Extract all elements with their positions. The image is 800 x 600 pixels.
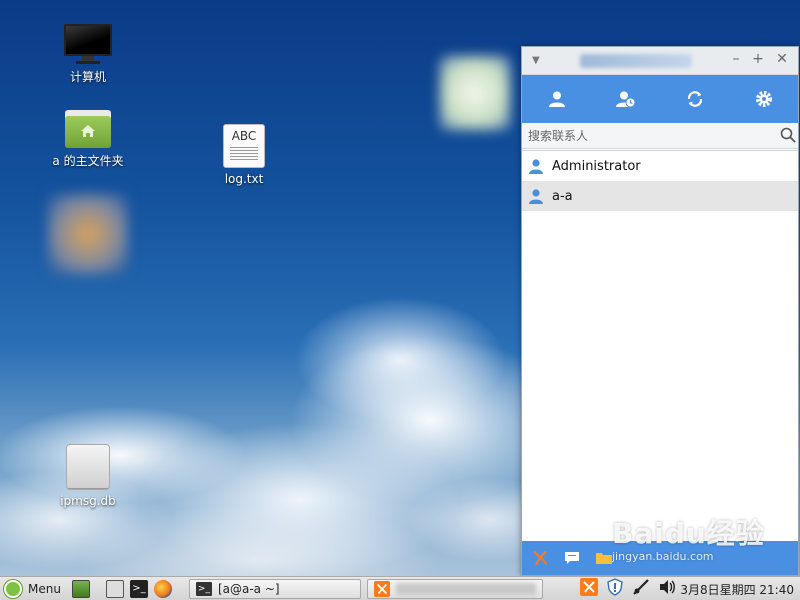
messenger-toolbar bbox=[522, 75, 798, 123]
search-bar bbox=[522, 123, 798, 149]
desktop-icon-home-folder[interactable]: a 的主文件夹 bbox=[38, 110, 138, 169]
window-titlebar[interactable]: ▼ – + ✕ bbox=[522, 47, 798, 75]
home-folder-icon bbox=[65, 110, 111, 148]
file-manager-icon[interactable] bbox=[105, 579, 124, 598]
desktop-icon-ipmsg-db[interactable]: ipmsg.db bbox=[38, 444, 138, 508]
show-desktop-icon[interactable] bbox=[71, 579, 90, 598]
text-file-icon: ABC bbox=[223, 124, 265, 168]
contact-row-a-a[interactable]: a-a bbox=[522, 181, 798, 211]
clock[interactable]: 3月8日星期四 21:40 bbox=[680, 581, 794, 598]
mint-logo-icon bbox=[4, 579, 22, 598]
watermark-subtext: jingyan.baidu.com bbox=[612, 550, 714, 563]
terminal-icon: >_ bbox=[195, 581, 212, 596]
desktop-icon-label: a 的主文件夹 bbox=[52, 154, 124, 168]
window-title-blurred bbox=[580, 54, 692, 68]
user-icon bbox=[529, 159, 543, 174]
desktop-icon-computer[interactable]: 计算机 bbox=[38, 24, 138, 85]
search-input[interactable] bbox=[522, 123, 780, 148]
maximize-button[interactable]: + bbox=[749, 51, 767, 67]
terminal-icon[interactable]: >_ bbox=[129, 579, 148, 598]
computer-icon bbox=[64, 24, 112, 64]
contact-name: Administrator bbox=[552, 158, 641, 174]
volume-icon[interactable] bbox=[658, 578, 676, 596]
recent-contacts-icon[interactable] bbox=[611, 84, 641, 114]
minimize-button[interactable]: – bbox=[727, 51, 745, 67]
contact-list: Administrator a-a bbox=[522, 150, 798, 540]
desktop-icon-label: ipmsg.db bbox=[60, 494, 116, 508]
contacts-icon[interactable] bbox=[542, 84, 572, 114]
watermark-text: Baidu经验 bbox=[612, 517, 765, 550]
desktop-icon-label: log.txt bbox=[224, 172, 264, 186]
file-glyph: ABC bbox=[231, 129, 257, 143]
tools-icon[interactable] bbox=[530, 548, 550, 568]
messenger-app-icon bbox=[373, 580, 390, 597]
contact-row-administrator[interactable]: Administrator bbox=[522, 151, 798, 181]
search-icon[interactable] bbox=[780, 127, 796, 147]
blurred-region bbox=[48, 194, 128, 274]
task-label: [a@a-a ~] bbox=[217, 581, 280, 596]
settings-icon[interactable] bbox=[749, 84, 779, 114]
refresh-icon[interactable] bbox=[680, 84, 710, 114]
close-button[interactable]: ✕ bbox=[773, 51, 791, 67]
system-tray bbox=[580, 578, 676, 596]
baidu-watermark: Baidu经验 jingyan.baidu.com bbox=[612, 512, 765, 563]
network-icon[interactable] bbox=[632, 578, 650, 596]
taskbar: Menu >_ >_ [a@a-a ~] 3月8日星期四 21:40 bbox=[0, 576, 800, 600]
messenger-window: ▼ – + ✕ Administrator a-a bbox=[521, 46, 799, 576]
task-label-blurred bbox=[395, 582, 536, 595]
window-menu-icon[interactable]: ▼ bbox=[532, 55, 540, 66]
blurred-region bbox=[440, 56, 510, 130]
ipmsg-tray-icon[interactable] bbox=[580, 578, 598, 596]
desktop-icon-log-txt[interactable]: ABC log.txt bbox=[194, 124, 294, 186]
firefox-icon[interactable] bbox=[153, 579, 172, 598]
taskbar-item-messenger[interactable] bbox=[366, 578, 543, 599]
desktop-icon-label: 计算机 bbox=[69, 70, 106, 84]
user-icon bbox=[529, 189, 543, 204]
menu-label: Menu bbox=[28, 581, 61, 596]
contact-name: a-a bbox=[552, 188, 573, 204]
database-file-icon bbox=[66, 444, 110, 490]
menu-button[interactable]: Menu bbox=[0, 578, 69, 600]
message-icon[interactable] bbox=[562, 548, 582, 568]
folder-icon[interactable] bbox=[594, 548, 614, 568]
shield-icon[interactable] bbox=[606, 578, 624, 596]
taskbar-item-terminal[interactable]: >_ [a@a-a ~] bbox=[188, 578, 361, 599]
